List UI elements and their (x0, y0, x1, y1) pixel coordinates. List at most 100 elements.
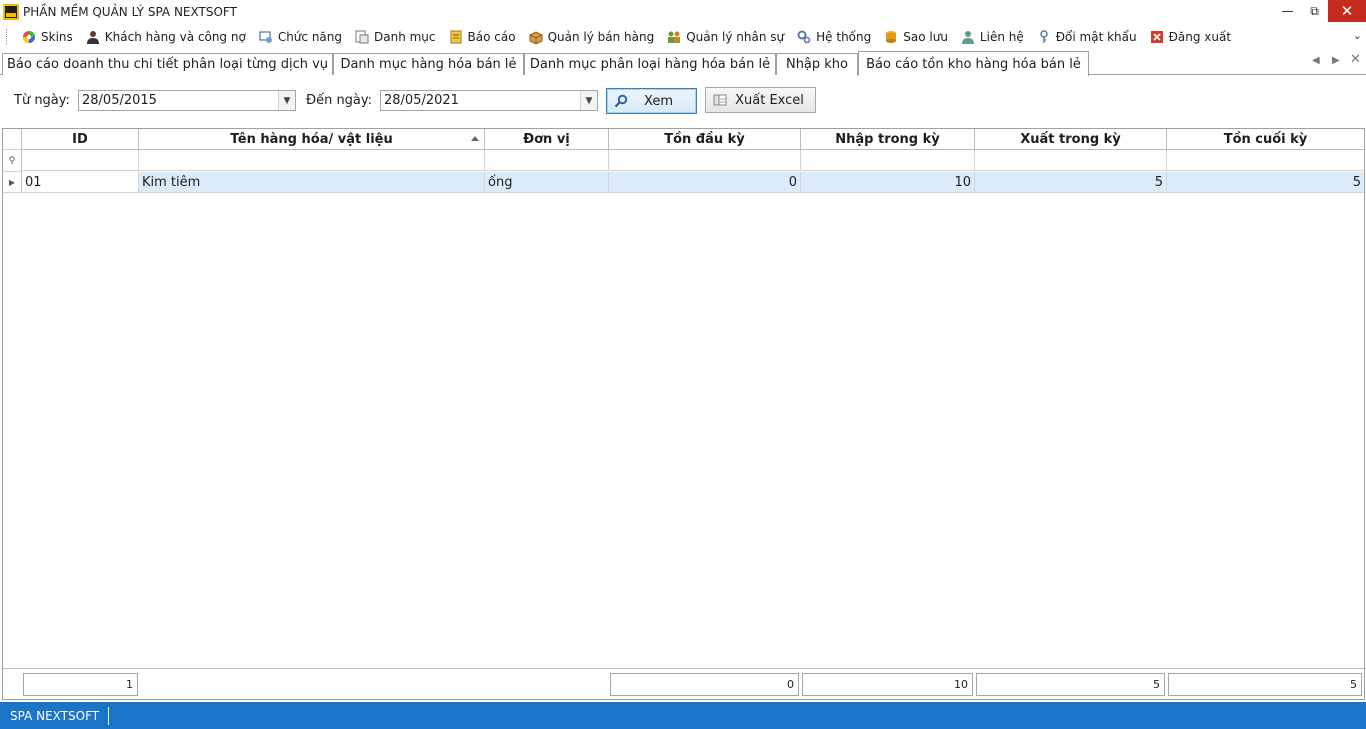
tab-retail-category[interactable]: Danh mục phân loại hàng hóa bán lẻ (524, 53, 776, 75)
customer-icon (85, 29, 101, 45)
table-row-cell-name[interactable]: Kim tiêm (139, 172, 485, 193)
filter-cell-unit[interactable] (485, 150, 609, 171)
filter-cell-imported[interactable] (801, 150, 975, 171)
filter-cell-opening[interactable] (609, 150, 801, 171)
report-icon (448, 29, 464, 45)
column-header-opening[interactable]: Tồn đầu kỳ (609, 129, 801, 150)
menu-staff[interactable]: Quản lý nhân sự (660, 25, 790, 49)
filter-cell-name[interactable] (139, 150, 485, 171)
tab-stock-import-label: Nhập kho (785, 57, 849, 72)
filter-cell-exported[interactable] (975, 150, 1167, 171)
to-date-picker[interactable]: 28/05/2021 ▼ (380, 90, 598, 111)
menu-functions-label: Chức năng (277, 30, 342, 44)
column-header-imported[interactable]: Nhập trong kỳ (801, 129, 975, 150)
title-bar: PHẦN MỀM QUẢN LÝ SPA NEXTSOFT — ⧉ ✕ (0, 0, 1366, 24)
menu-contact-label: Liên hệ (979, 30, 1024, 44)
column-header-name[interactable]: Tên hàng hóa/ vật liệu (139, 129, 485, 150)
tab-close-icon[interactable]: ✕ (1350, 52, 1361, 67)
column-header-unit-label: Đơn vị (523, 131, 570, 147)
window-controls: — ⧉ ✕ (1274, 0, 1366, 24)
tab-retail-category-label: Danh mục phân loại hàng hóa bán lẻ (529, 57, 771, 72)
menu-system[interactable]: Hệ thống (790, 25, 877, 49)
tab-scroll-right-icon[interactable]: ▶ (1332, 55, 1340, 66)
restore-button[interactable]: ⧉ (1301, 0, 1328, 22)
filter-row-icon: ⚲ (3, 150, 22, 172)
menu-customers-label: Khách hàng và công nợ (104, 30, 246, 44)
from-date-value: 28/05/2015 (82, 93, 157, 108)
table-row-cell-id[interactable]: 01 (22, 172, 139, 193)
menu-sales-label: Quản lý bán hàng (547, 30, 655, 44)
grid-footer: 1 0 10 5 5 (3, 668, 1364, 699)
grid-corner (3, 129, 22, 150)
row-indicator-icon[interactable]: ▶ (3, 172, 22, 193)
menu-contact[interactable]: Liên hệ (954, 25, 1030, 49)
menu-backup[interactable]: Sao lưu (877, 25, 954, 49)
to-date-label: Đến ngày: (306, 93, 373, 108)
column-header-closing-label: Tồn cuối kỳ (1223, 131, 1308, 147)
table-row-cell-opening[interactable]: 0 (609, 172, 801, 193)
export-excel-button[interactable]: Xuất Excel (705, 87, 816, 113)
chevron-down-icon[interactable]: ⌄ (1353, 29, 1362, 42)
tab-inventory-report-label: Báo cáo tồn kho hàng hóa bán lẻ (866, 56, 1081, 72)
column-header-exported-label: Xuất trong kỳ (1020, 131, 1121, 147)
tab-scroll-left-icon[interactable]: ◀ (1312, 55, 1320, 66)
menu-reports[interactable]: Báo cáo (442, 25, 522, 49)
column-header-closing[interactable]: Tồn cuối kỳ (1167, 129, 1364, 150)
chevron-down-icon[interactable]: ▼ (278, 91, 295, 110)
staff-icon (666, 29, 682, 45)
column-header-name-label: Tên hàng hóa/ vật liệu (230, 131, 393, 147)
column-header-opening-label: Tồn đầu kỳ (664, 131, 745, 147)
view-button[interactable]: Xem (606, 88, 697, 114)
footer-total-closing: 5 (1168, 673, 1362, 696)
table-row-cell-unit[interactable]: ống (485, 172, 609, 193)
view-button-label: Xem (644, 93, 673, 109)
menu-bar: Skins Khách hàng và công nợ Chức năng Da… (0, 24, 1366, 50)
tab-inventory-report[interactable]: Báo cáo tồn kho hàng hóa bán lẻ (858, 51, 1089, 76)
column-header-imported-label: Nhập trong kỳ (835, 131, 940, 147)
menu-customers[interactable]: Khách hàng và công nợ (79, 25, 252, 49)
column-header-id-label: ID (72, 131, 88, 147)
search-icon (613, 93, 629, 109)
function-icon (258, 29, 274, 45)
minimize-button[interactable]: — (1274, 0, 1301, 22)
gears-icon (796, 29, 812, 45)
footer-total-imported: 10 (802, 673, 973, 696)
column-header-id[interactable]: ID (22, 129, 139, 150)
status-text: SPA NEXTSOFT (0, 706, 110, 725)
key-icon (1036, 29, 1052, 45)
close-button[interactable]: ✕ (1328, 0, 1366, 22)
from-date-picker[interactable]: 28/05/2015 ▼ (78, 90, 296, 111)
tab-stock-import[interactable]: Nhập kho (776, 53, 858, 75)
column-header-exported[interactable]: Xuất trong kỳ (975, 129, 1167, 150)
excel-icon (712, 92, 728, 108)
menu-staff-label: Quản lý nhân sự (686, 30, 785, 44)
palette-icon (21, 29, 37, 45)
filter-cell-id[interactable] (22, 150, 139, 171)
app-logo-icon (3, 4, 19, 20)
sales-box-icon (528, 29, 544, 45)
column-header-unit[interactable]: Đơn vị (485, 129, 609, 150)
filter-cell-closing[interactable] (1167, 150, 1364, 171)
status-bar: SPA NEXTSOFT (0, 702, 1366, 729)
tab-revenue-report[interactable]: Báo cáo doanh thu chi tiết phân loại từn… (2, 53, 333, 75)
sort-ascending-icon (471, 136, 479, 141)
menu-skins[interactable]: Skins (15, 25, 79, 49)
menu-catalog-label: Danh mục (374, 30, 436, 44)
menu-catalog[interactable]: Danh mục (348, 25, 442, 49)
catalog-icon (354, 29, 370, 45)
menu-sales[interactable]: Quản lý bán hàng (522, 25, 661, 49)
menu-change-password[interactable]: Đổi mật khẩu (1030, 25, 1143, 49)
menu-functions[interactable]: Chức năng (252, 25, 348, 49)
footer-total-opening: 0 (610, 673, 799, 696)
table-row-cell-exported[interactable]: 5 (975, 172, 1167, 193)
menu-system-label: Hệ thống (816, 30, 872, 44)
table-row-cell-imported[interactable]: 10 (801, 172, 975, 193)
table-row-cell-closing[interactable]: 5 (1167, 172, 1364, 193)
menu-logout[interactable]: Đăng xuất (1143, 25, 1237, 49)
footer-count: 1 (23, 673, 138, 696)
tab-retail-catalog[interactable]: Danh mục hàng hóa bán lẻ (333, 53, 524, 75)
chevron-down-icon[interactable]: ▼ (580, 91, 597, 110)
menu-backup-label: Sao lưu (903, 30, 948, 44)
tab-strip: Báo cáo doanh thu chi tiết phân loại từn… (0, 50, 1366, 76)
window-title: PHẦN MỀM QUẢN LÝ SPA NEXTSOFT (23, 5, 237, 19)
